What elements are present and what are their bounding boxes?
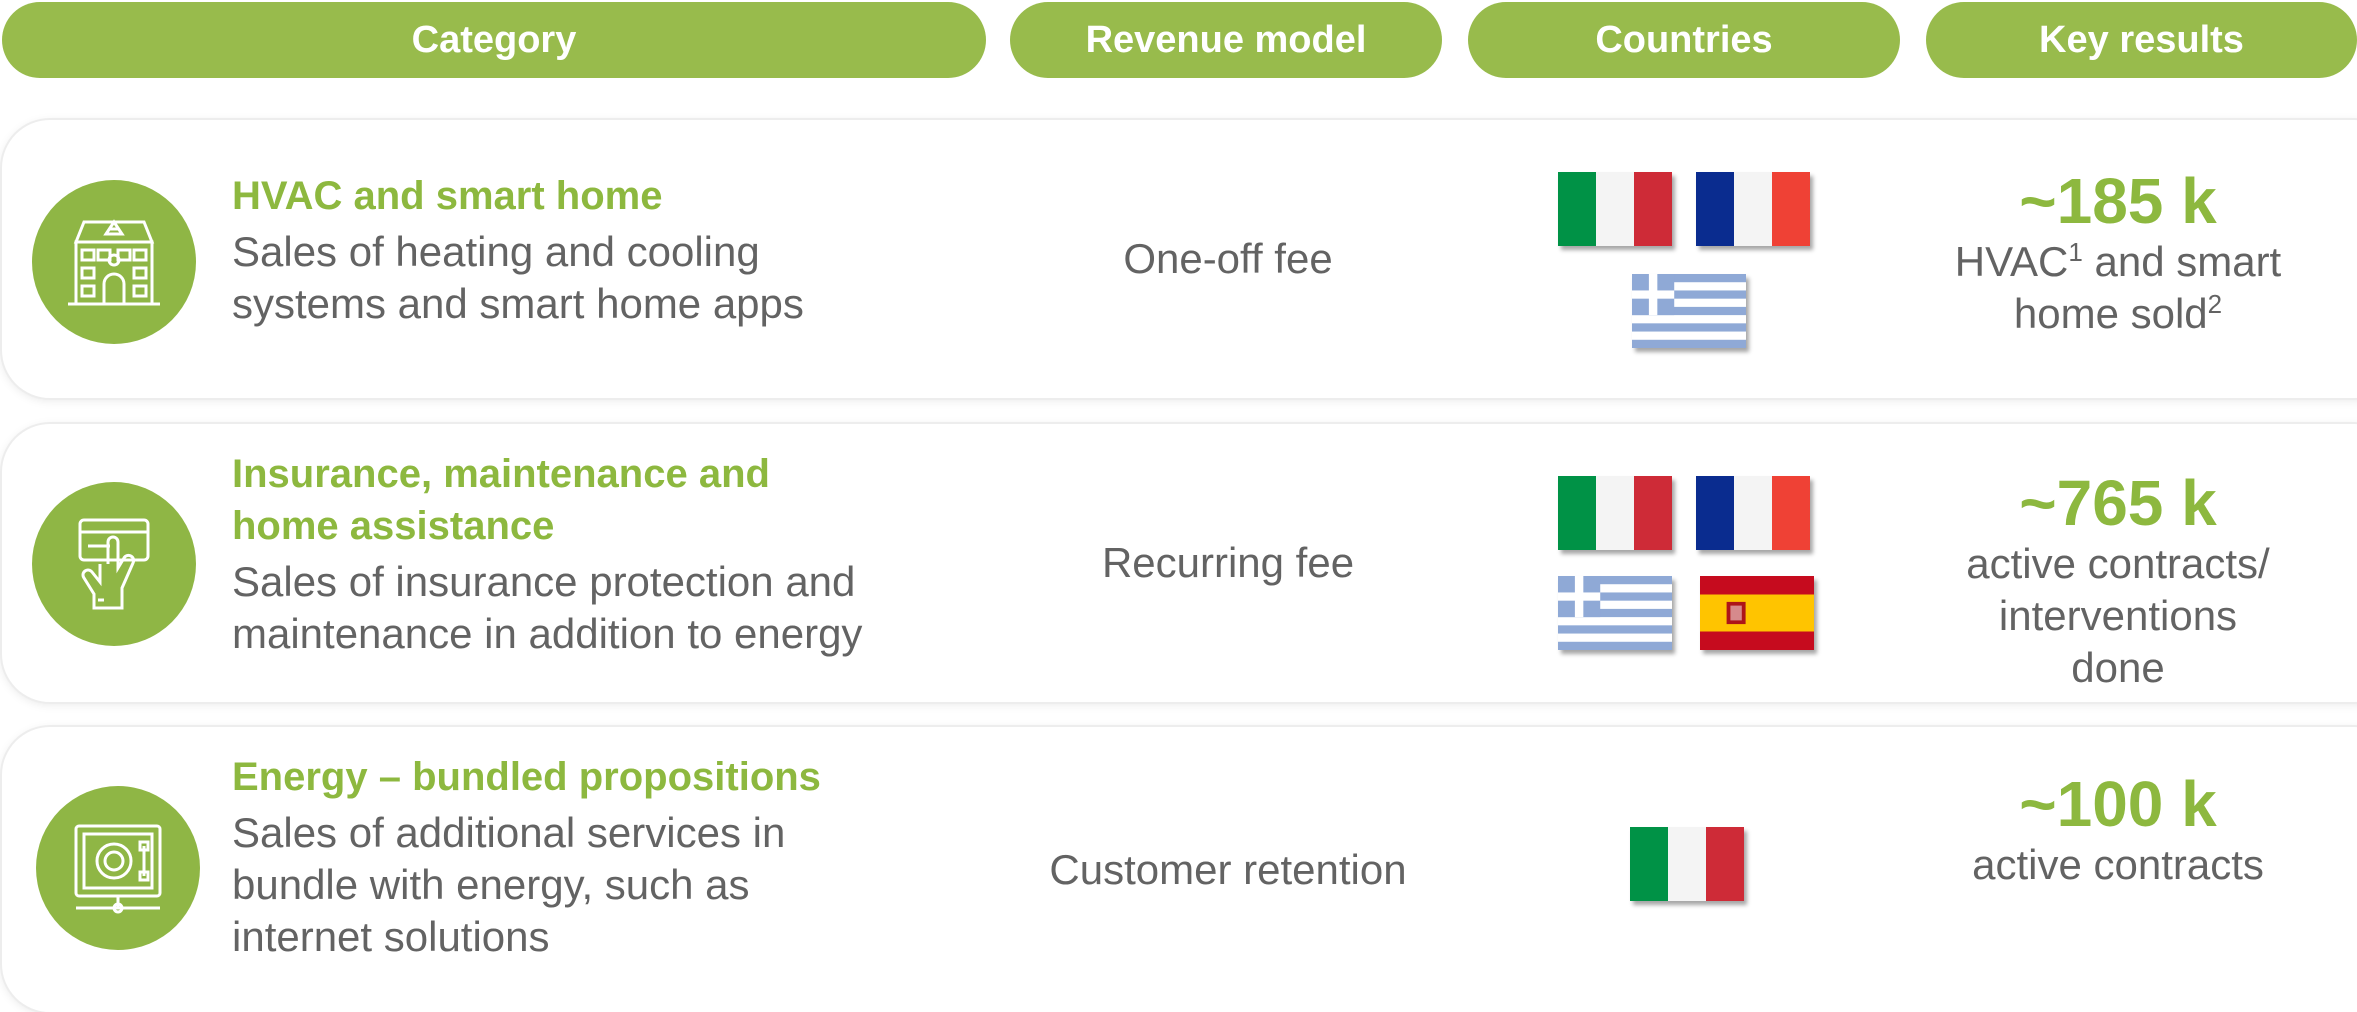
flag-greece-icon [1558, 576, 1672, 650]
revenue-model: One-off fee [1123, 235, 1333, 282]
category-description: Sales of insurance protection and mainte… [232, 558, 863, 657]
table-row: Energy – bundled propositions Sales of a… [2, 727, 2357, 1012]
key-result-description: active contracts/ interventions done [1966, 540, 2270, 691]
key-result-value: ~100 k [2019, 768, 2217, 840]
key-result-description: HVAC1 and smart home sold2 [1954, 237, 2282, 337]
countries-flags [1468, 120, 1904, 398]
category-title: Energy – bundled propositions [232, 755, 821, 799]
header-countries: Countries [1468, 2, 1900, 78]
countries-flags [1468, 424, 1904, 702]
flag-italy-icon [1630, 827, 1744, 901]
house-icon [32, 180, 196, 344]
countries-flags [1468, 727, 1904, 1012]
flag-italy-icon [1558, 476, 1672, 550]
header-key-results: Key results [1926, 2, 2357, 78]
revenue-model: Recurring fee [1101, 539, 1355, 586]
header-revenue-model: Revenue model [1010, 2, 1442, 78]
flag-italy-icon [1558, 172, 1672, 246]
table-row: Insurance, maintenance and home assistan… [2, 424, 2357, 702]
flag-france-icon [1696, 172, 1810, 246]
table-row: HVAC and smart home Sales of heating and… [2, 120, 2357, 398]
category-description: Sales of additional services in bundle w… [232, 809, 786, 960]
flag-greece-icon [1632, 274, 1746, 348]
flag-spain-icon [1700, 576, 1814, 650]
hand-card-icon [32, 482, 196, 646]
key-result-description: active contracts [1972, 841, 2264, 888]
category-title: HVAC and smart home [232, 174, 663, 218]
key-result-value: ~185 k [2019, 165, 2217, 237]
key-result-value: ~765 k [2019, 467, 2217, 539]
revenue-model: Customer retention [1049, 845, 1407, 893]
flag-france-icon [1696, 476, 1810, 550]
category-description: Sales of heating and cooling systems and… [232, 228, 804, 327]
safe-icon [36, 786, 200, 950]
category-title: Insurance, maintenance and home assistan… [232, 452, 770, 548]
header-category: Category [2, 2, 986, 78]
